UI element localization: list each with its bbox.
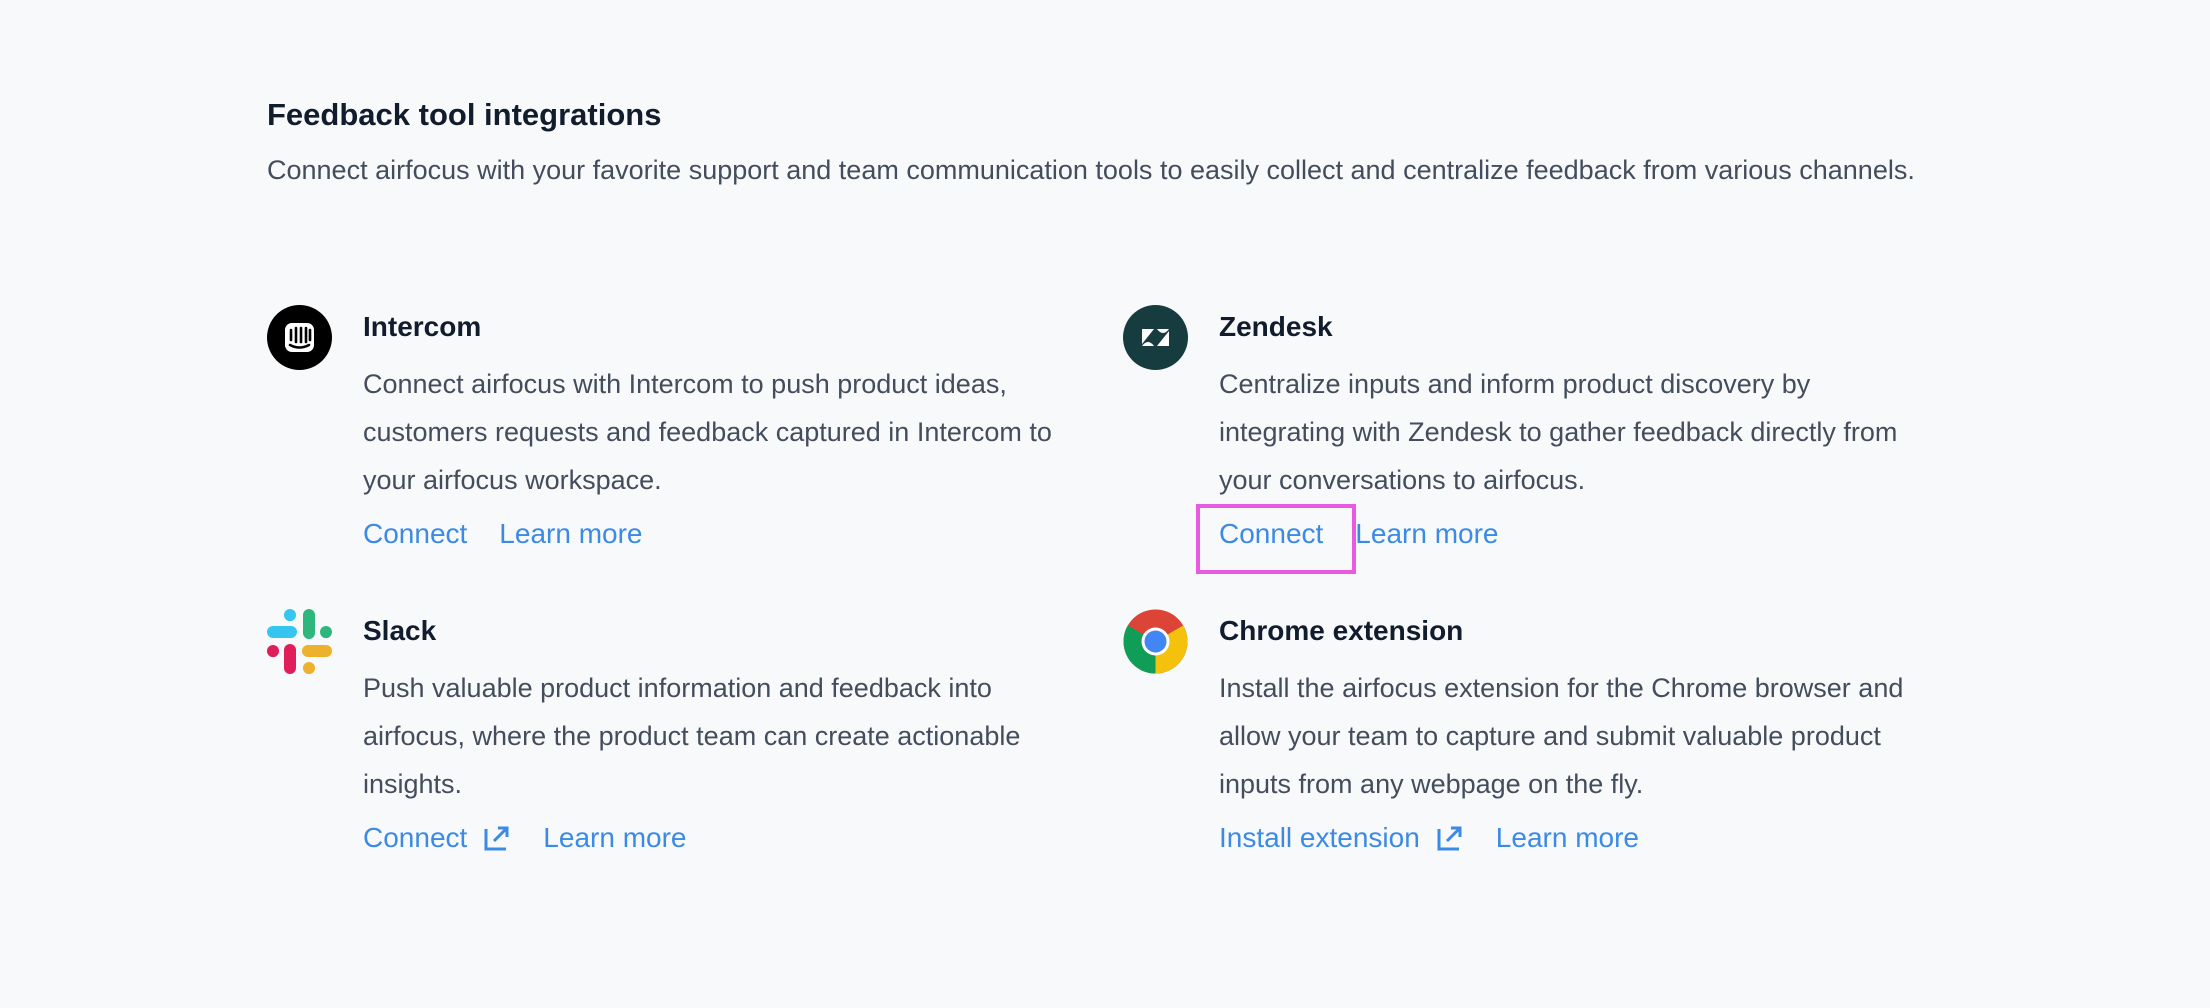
external-link-icon [1437, 826, 1462, 851]
integration-description: Push valuable product information and fe… [363, 673, 1021, 799]
highlight-box [1196, 504, 1356, 574]
install-extension-label: Install extension [1219, 822, 1420, 853]
intercom-connect-link[interactable]: Connect [363, 510, 467, 558]
zendesk-icon [1123, 305, 1188, 370]
integration-description: Connect airfocus with Intercom to push p… [363, 369, 1052, 495]
integration-title: Chrome extension [1219, 615, 1464, 646]
integration-description: Centralize inputs and inform product dis… [1219, 369, 1898, 495]
install-extension-link[interactable]: Install extension [1219, 814, 1464, 862]
slack-connect-label: Connect [363, 822, 468, 853]
section-title: Feedback tool integrations [267, 97, 662, 132]
intercom-icon [267, 305, 332, 370]
slack-learn-more-link[interactable]: Learn more [543, 814, 686, 862]
chrome-icon [1123, 609, 1188, 674]
slack-connect-link[interactable]: Connect [363, 814, 511, 862]
integration-title: Intercom [363, 311, 482, 342]
integration-title: Zendesk [1219, 311, 1333, 342]
integration-description: Install the airfocus extension for the C… [1219, 673, 1904, 799]
intercom-learn-more-link[interactable]: Learn more [499, 510, 642, 558]
feedback-integrations-section: Feedback tool integrations Connect airfo… [267, 94, 1947, 194]
external-link-icon [484, 826, 509, 851]
section-subtitle: Connect airfocus with your favorite supp… [267, 155, 1915, 185]
slack-icon [267, 609, 332, 674]
zendesk-learn-more-link[interactable]: Learn more [1355, 510, 1498, 558]
integration-title: Slack [363, 615, 437, 646]
chrome-learn-more-link[interactable]: Learn more [1496, 814, 1639, 862]
